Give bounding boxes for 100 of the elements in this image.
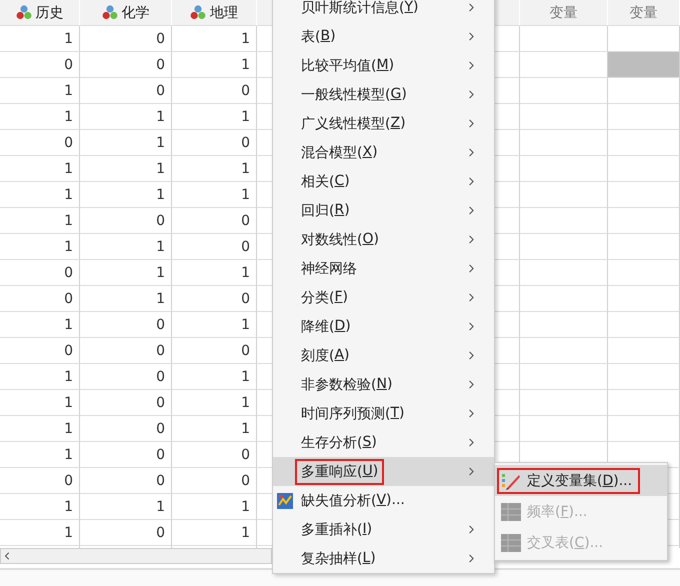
- chart-icon: [277, 492, 293, 508]
- table-cell: 1: [0, 104, 80, 130]
- table-cell: 0: [0, 260, 80, 286]
- table-cell: 1: [0, 442, 80, 468]
- menu-item[interactable]: 非参数检验(N): [273, 370, 494, 399]
- table-cell: 1: [172, 312, 257, 338]
- table-cell: 1: [172, 364, 257, 390]
- menu-item[interactable]: 相关(C): [273, 167, 494, 196]
- table-cell: 1: [0, 390, 80, 416]
- table-cell: 0: [80, 468, 172, 494]
- table-cell: 0: [0, 52, 80, 78]
- menu-item[interactable]: 多重响应(U): [273, 457, 494, 486]
- pencil-icon: [501, 472, 521, 490]
- menu-item[interactable]: 降维(D): [273, 312, 494, 341]
- table-cell: 0: [172, 286, 257, 312]
- menu-item[interactable]: 生存分析(S): [273, 428, 494, 457]
- menu-item[interactable]: 缺失值分析(V)...: [273, 486, 494, 515]
- table-cell: 1: [0, 494, 80, 520]
- table-cell: 0: [172, 78, 257, 104]
- table-cell: 0: [80, 390, 172, 416]
- three-balls-icon: [16, 5, 32, 20]
- table-cell: 1: [0, 182, 80, 208]
- column-header[interactable]: 地理: [172, 0, 257, 26]
- three-balls-icon: [190, 5, 206, 20]
- table-cell: 0: [0, 130, 80, 156]
- menu-item[interactable]: 定义变量集(D)...: [495, 465, 667, 496]
- table-cell: 0: [80, 364, 172, 390]
- menu-item[interactable]: 广义线性模型(Z): [273, 109, 494, 138]
- menu-item[interactable]: 一般线性模型(G): [273, 80, 494, 109]
- table-cell: 1: [80, 130, 172, 156]
- table-cell: 0: [80, 520, 172, 546]
- table-cell: 1: [172, 26, 257, 52]
- menu-item[interactable]: 复杂抽样(L): [273, 544, 494, 573]
- table-cell: 0: [172, 208, 257, 234]
- table-cell: 1: [80, 182, 172, 208]
- column-header[interactable]: 变量: [608, 0, 680, 26]
- table-cell: 0: [80, 78, 172, 104]
- table-cell: 1: [0, 364, 80, 390]
- table-cell: 1: [80, 104, 172, 130]
- column-header[interactable]: 化学: [80, 0, 172, 26]
- menu-item[interactable]: 刻度(A): [273, 341, 494, 370]
- table-cell: 1: [172, 104, 257, 130]
- table-cell: 0: [172, 338, 257, 364]
- table-cell: 0: [80, 338, 172, 364]
- table-cell: 1: [0, 234, 80, 260]
- table-cell: 0: [0, 286, 80, 312]
- horizontal-scrollbar[interactable]: [0, 548, 272, 564]
- table-cell: 0: [80, 442, 172, 468]
- column-title: 变量: [550, 4, 578, 22]
- table-cell: 0: [172, 234, 257, 260]
- menu-item[interactable]: 多重插补(I): [273, 515, 494, 544]
- column-title: 历史: [36, 4, 64, 22]
- selected-cell[interactable]: [608, 52, 680, 78]
- table-cell: 1: [80, 286, 172, 312]
- table-cell: 0: [0, 338, 80, 364]
- table-cell: 1: [0, 520, 80, 546]
- table-cell: 1: [172, 260, 257, 286]
- table-cell: 1: [0, 156, 80, 182]
- table-cell: 1: [172, 182, 257, 208]
- menu-item[interactable]: 混合模型(X): [273, 138, 494, 167]
- table-cell: 1: [172, 156, 257, 182]
- table-cell: 1: [172, 494, 257, 520]
- table-cell: 1: [80, 156, 172, 182]
- table-cell: 0: [0, 468, 80, 494]
- table-cell: 0: [172, 130, 257, 156]
- table-cell: 0: [80, 416, 172, 442]
- table-cell: 0: [80, 208, 172, 234]
- menu-item[interactable]: 分类(F): [273, 283, 494, 312]
- table-icon: [501, 534, 521, 552]
- table-cell: 1: [0, 78, 80, 104]
- table-cell: 1: [0, 208, 80, 234]
- table-cell: 0: [80, 52, 172, 78]
- table-cell: 0: [80, 312, 172, 338]
- column-title: 变量: [630, 4, 658, 22]
- column-title: 地理: [210, 4, 238, 22]
- column-header[interactable]: 历史: [0, 0, 80, 26]
- menu-item[interactable]: 比较平均值(M): [273, 51, 494, 80]
- three-balls-icon: [102, 5, 118, 20]
- menu-item[interactable]: 对数线性(O): [273, 225, 494, 254]
- table-cell: 1: [0, 416, 80, 442]
- menu-item[interactable]: 回归(R): [273, 196, 494, 225]
- column-header[interactable]: 变量: [520, 0, 608, 26]
- table-cell: 1: [80, 260, 172, 286]
- table-cell: 0: [172, 442, 257, 468]
- menu-item[interactable]: 贝叶斯统计信息(Y): [273, 0, 494, 22]
- table-cell: 1: [0, 312, 80, 338]
- table-cell: 1: [172, 390, 257, 416]
- column-title: 化学: [122, 4, 150, 22]
- table-cell: 0: [80, 26, 172, 52]
- table-icon: [501, 502, 521, 520]
- table-cell: 1: [172, 520, 257, 546]
- table-cell: 1: [80, 494, 172, 520]
- table-cell: 0: [172, 468, 257, 494]
- menu-item[interactable]: 表(B): [273, 22, 494, 51]
- table-cell: 1: [172, 416, 257, 442]
- table-cell: 1: [80, 234, 172, 260]
- menu-item[interactable]: 时间序列预测(T): [273, 399, 494, 428]
- table-cell: 1: [0, 26, 80, 52]
- table-cell: 1: [172, 52, 257, 78]
- menu-item[interactable]: 神经网络: [273, 254, 494, 283]
